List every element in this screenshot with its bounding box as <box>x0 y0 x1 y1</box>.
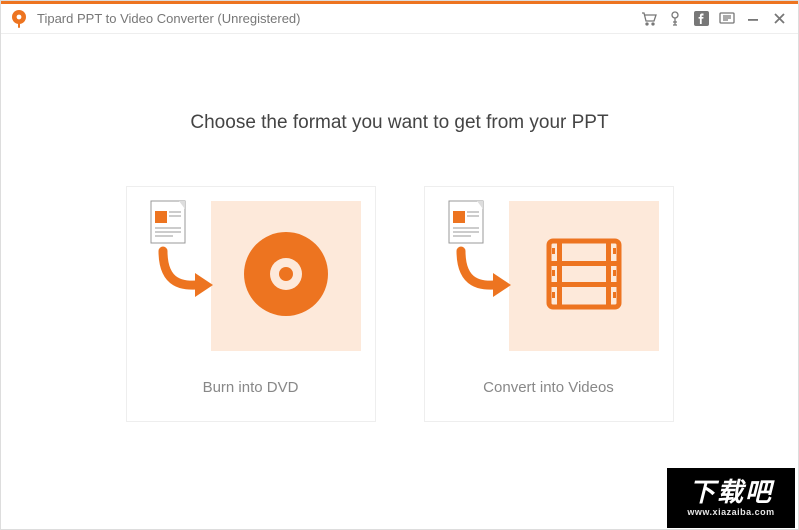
window-title: Tipard PPT to Video Converter (Unregiste… <box>37 11 301 26</box>
ppt-to-arrow-icon <box>441 199 511 319</box>
main-content: Choose the format you want to get from y… <box>1 34 798 529</box>
key-icon[interactable] <box>664 8 686 30</box>
convert-video-card[interactable]: Convert into Videos <box>424 186 674 422</box>
disc-icon <box>242 230 330 323</box>
video-card-label: Convert into Videos <box>483 379 614 396</box>
dvd-card-graphic <box>137 201 365 351</box>
ppt-to-arrow-icon <box>143 199 213 319</box>
burn-dvd-card[interactable]: Burn into DVD <box>126 186 376 422</box>
video-card-graphic <box>435 201 663 351</box>
menu-icon[interactable] <box>716 8 738 30</box>
app-window: Tipard PPT to Video Converter (Unregiste… <box>0 0 799 530</box>
title-bar: Tipard PPT to Video Converter (Unregiste… <box>1 4 798 34</box>
dvd-tile <box>211 201 361 351</box>
close-button[interactable] <box>768 8 790 30</box>
film-icon <box>543 233 625 320</box>
page-heading: Choose the format you want to get from y… <box>190 112 608 134</box>
facebook-icon[interactable] <box>690 8 712 30</box>
app-logo-icon <box>9 9 29 29</box>
dvd-card-label: Burn into DVD <box>203 379 299 396</box>
video-tile <box>509 201 659 351</box>
cart-icon[interactable] <box>638 8 660 30</box>
option-cards: Burn into DVD <box>126 186 674 422</box>
minimize-button[interactable] <box>742 8 764 30</box>
